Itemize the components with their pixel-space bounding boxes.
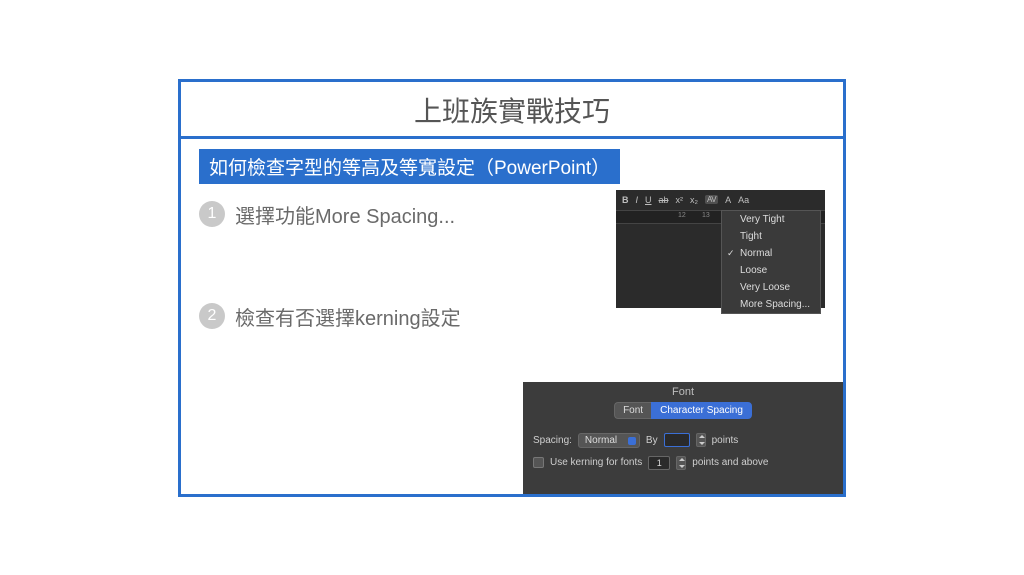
content-area: 1 選擇功能More Spacing... 2 檢查有否選擇kerning設定 … (199, 194, 825, 494)
slide-subtitle: 如何檢查字型的等高及等寬設定（PowerPoint） (199, 149, 620, 184)
spacing-dropdown: Very Tight Tight Normal Loose Very Loose… (721, 210, 821, 314)
italic-icon[interactable]: I (636, 195, 639, 205)
step-2: 2 檢查有否選擇kerning設定 (199, 302, 461, 331)
font-panel-tabs: Font Character Spacing (523, 402, 843, 419)
spacing-select[interactable]: Normal (578, 433, 640, 448)
slide-title: 上班族實戰技巧 (181, 82, 843, 139)
change-case-icon[interactable]: Aa (738, 195, 749, 205)
format-toolbar: B I U ab x² x₂ AV A Aa (616, 190, 825, 210)
strike-icon[interactable]: ab (659, 195, 669, 205)
step-1-text: 選擇功能More Spacing... (235, 200, 455, 229)
tab-font[interactable]: Font (614, 402, 651, 419)
kerning-unit-label: points and above (692, 457, 768, 468)
spacing-row: Spacing: Normal By points (523, 429, 843, 452)
screenshot-spacing-menu: B I U ab x² x₂ AV A Aa 12 13 Very Tight … (616, 190, 825, 308)
kerning-checkbox[interactable] (533, 457, 544, 468)
spacing-by-stepper[interactable] (696, 433, 706, 447)
slide-body: 如何檢查字型的等高及等寬設定（PowerPoint） 1 選擇功能More Sp… (181, 139, 843, 494)
subscript-icon[interactable]: x₂ (690, 195, 698, 205)
step-1: 1 選擇功能More Spacing... (199, 200, 455, 229)
kerning-row: Use kerning for fonts 1 points and above (523, 452, 843, 474)
menu-item-loose[interactable]: Loose (722, 262, 820, 279)
char-spacing-icon[interactable]: AV (705, 195, 718, 204)
menu-item-more-spacing[interactable]: More Spacing... (722, 296, 820, 313)
points-label: points (712, 435, 739, 446)
menu-item-very-tight[interactable]: Very Tight (722, 211, 820, 228)
kerning-value-input[interactable]: 1 (648, 456, 670, 470)
bold-icon[interactable]: B (622, 195, 629, 205)
font-panel-title: Font (523, 382, 843, 402)
superscript-icon[interactable]: x² (676, 195, 684, 205)
kerning-stepper[interactable] (676, 456, 686, 470)
step-2-number: 2 (199, 303, 225, 329)
ruler-tick-12: 12 (678, 212, 686, 219)
spacing-label: Spacing: (533, 435, 572, 446)
menu-item-tight[interactable]: Tight (722, 228, 820, 245)
step-1-number: 1 (199, 201, 225, 227)
kerning-label: Use kerning for fonts (550, 457, 642, 468)
ruler-tick-13: 13 (702, 212, 710, 219)
spacing-by-input[interactable] (664, 433, 690, 447)
underline-icon[interactable]: U (645, 195, 652, 205)
menu-item-very-loose[interactable]: Very Loose (722, 279, 820, 296)
menu-item-normal[interactable]: Normal (722, 245, 820, 262)
step-2-text: 檢查有否選擇kerning設定 (235, 302, 461, 331)
by-label: By (646, 435, 658, 446)
screenshot-font-panel: Font Font Character Spacing Spacing: Nor… (523, 382, 843, 494)
font-size-icon[interactable]: A (725, 195, 731, 205)
slide-frame: 上班族實戰技巧 如何檢查字型的等高及等寬設定（PowerPoint） 1 選擇功… (178, 79, 846, 497)
tab-character-spacing[interactable]: Character Spacing (651, 402, 752, 419)
